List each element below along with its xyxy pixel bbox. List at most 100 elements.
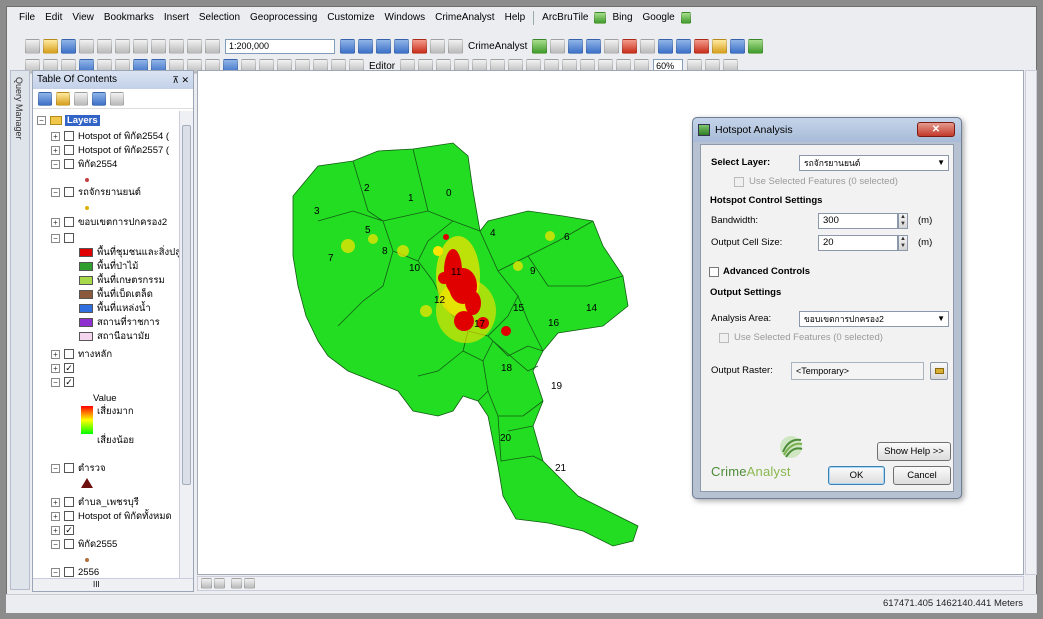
layer-label[interactable]: Layers [65, 114, 100, 126]
collapse-icon[interactable]: − [51, 567, 60, 577]
close-button[interactable]: ✕ [917, 122, 955, 137]
cancel-button[interactable]: Cancel [893, 466, 951, 485]
bing-icon[interactable] [594, 12, 607, 24]
collapse-icon[interactable]: − [51, 539, 60, 549]
search-window-icon[interactable] [394, 38, 409, 54]
bandwidth-spinner[interactable]: ▲ ▼ [898, 213, 908, 229]
output-raster-field[interactable]: <Temporary> [791, 362, 924, 380]
menu-windows[interactable]: Windows [380, 10, 431, 26]
dialog-titlebar[interactable]: Hotspot Analysis ✕ [693, 118, 961, 142]
toc-options-icon[interactable] [110, 91, 124, 106]
expand-icon[interactable]: + [51, 145, 60, 155]
layer-visibility-checkbox[interactable]: ✓ [64, 525, 74, 535]
print-icon[interactable] [79, 38, 94, 54]
layer-label[interactable]: ขอบเขตการปกครอง2 [78, 215, 167, 230]
redo-icon[interactable] [187, 38, 202, 54]
measure-tool-icon[interactable] [640, 38, 656, 54]
layer-visibility-checkbox[interactable] [64, 187, 74, 197]
list-by-visibility-icon[interactable] [74, 91, 88, 106]
layer-visibility-checkbox[interactable] [64, 567, 74, 577]
layer-label[interactable]: 2556 [78, 567, 99, 578]
globe-tool-icon[interactable] [748, 38, 764, 54]
layer-label[interactable]: พิกัด2555 [78, 537, 117, 552]
menu-bing[interactable]: Bing [607, 10, 637, 26]
delete-icon[interactable] [151, 38, 166, 54]
model-builder-icon[interactable] [448, 38, 463, 54]
layer-visibility-checkbox[interactable] [64, 349, 74, 359]
menu-geoprocessing[interactable]: Geoprocessing [245, 10, 322, 26]
expand-icon[interactable]: + [51, 511, 60, 521]
menu-help[interactable]: Help [500, 10, 531, 26]
layer-visibility-checkbox[interactable] [64, 159, 74, 169]
layer-item[interactable]: + ✓ [51, 523, 78, 537]
layer-label[interactable]: ทางหลัก [78, 347, 112, 362]
map-scale-field[interactable]: 1:200,000 [225, 38, 335, 54]
bandwidth-input[interactable]: 300 [818, 213, 898, 229]
menu-selection[interactable]: Selection [194, 10, 245, 26]
draw-tool-icon[interactable] [622, 38, 638, 54]
collapse-icon[interactable]: − [51, 463, 60, 473]
collapse-icon[interactable]: − [51, 233, 60, 243]
layer-item[interactable]: − พิกัด2555 [51, 537, 117, 551]
open-icon[interactable] [43, 38, 58, 54]
layout-tool-icon[interactable] [568, 38, 584, 54]
expand-icon[interactable]: + [51, 131, 60, 141]
advanced-controls-checkbox[interactable] [709, 267, 719, 277]
output-cell-size-input[interactable]: 20 [818, 235, 898, 251]
expand-icon[interactable]: + [51, 525, 60, 535]
download-icon[interactable] [680, 12, 691, 24]
grid-tool-icon[interactable] [604, 38, 620, 54]
layer-item[interactable]: − รถจักรยานยนต์ [51, 185, 141, 199]
show-help-button[interactable]: Show Help >> [877, 442, 951, 461]
layer-item-landuse[interactable]: − [51, 231, 78, 245]
layer-visibility-checkbox[interactable] [64, 233, 74, 243]
target-tool-icon[interactable] [694, 38, 710, 54]
menu-bookmarks[interactable]: Bookmarks [99, 10, 159, 26]
use-selected-features-checkbox-2[interactable] [719, 333, 729, 343]
crimeanalyst-toolbar-label[interactable]: CrimeAnalyst [465, 41, 530, 52]
layer-visibility-checkbox[interactable] [64, 145, 74, 155]
hotspot-tool-icon[interactable] [532, 38, 548, 54]
layer-item[interactable]: − พิกัด2554 [51, 157, 117, 171]
menu-customize[interactable]: Customize [322, 10, 379, 26]
list-by-source-icon[interactable] [56, 91, 70, 106]
toc-scroll-thumb[interactable] [182, 125, 191, 485]
pause-drawing-icon[interactable] [244, 578, 255, 589]
undo-icon[interactable] [169, 38, 184, 54]
menu-arcbrutile[interactable]: ArcBruTile [537, 10, 593, 26]
layer-visibility-checkbox[interactable] [64, 217, 74, 227]
arctoolbox-icon[interactable] [412, 38, 427, 54]
layer-visibility-checkbox[interactable] [64, 131, 74, 141]
layer-item[interactable]: + Hotspot of พิกัดทั้งหมด [51, 509, 172, 523]
collapse-icon[interactable]: − [51, 159, 60, 169]
collapse-icon[interactable]: − [51, 187, 60, 197]
expand-icon[interactable]: + [51, 363, 60, 373]
layer-item[interactable]: − 2556 [51, 565, 99, 579]
toc-window-icon[interactable] [358, 38, 373, 54]
report-tool-icon[interactable] [586, 38, 602, 54]
toc-vertical-scrollbar[interactable] [179, 111, 193, 579]
layer-label[interactable]: ตำบล_เพชรบุรี [78, 495, 139, 510]
list-by-selection-icon[interactable] [92, 91, 106, 106]
menu-crimeanalyst[interactable]: CrimeAnalyst [430, 10, 499, 26]
layer-visibility-checkbox[interactable] [64, 463, 74, 473]
python-window-icon[interactable] [430, 38, 445, 54]
layer-visibility-checkbox[interactable]: ✓ [64, 363, 74, 373]
select-layer-dropdown[interactable]: รถจักรยานยนต์ ▼ [799, 155, 949, 171]
add-data-icon[interactable] [205, 38, 220, 54]
expand-icon[interactable]: + [51, 217, 60, 227]
list-by-drawing-order-icon[interactable] [38, 91, 52, 106]
catalog-window-icon[interactable] [376, 38, 391, 54]
use-selected-features-checkbox[interactable] [734, 177, 744, 187]
layer-visibility-checkbox[interactable] [64, 497, 74, 507]
menu-view[interactable]: View [67, 10, 99, 26]
cut-icon[interactable] [97, 38, 112, 54]
query-manager-tab[interactable]: Query Manager [10, 70, 30, 590]
analysis-area-dropdown[interactable]: ขอบเขตการปกครอง2 ▼ [799, 311, 949, 327]
layer-group-layers[interactable]: − Layers [37, 113, 100, 127]
menu-edit[interactable]: Edit [40, 10, 67, 26]
collapse-icon[interactable]: − [51, 377, 60, 387]
hotspot-active-icon[interactable] [730, 38, 746, 54]
layer-item[interactable]: + Hotspot of พิกัด2557 ( [51, 143, 169, 157]
layer-item[interactable]: + ทางหลัก [51, 347, 112, 361]
